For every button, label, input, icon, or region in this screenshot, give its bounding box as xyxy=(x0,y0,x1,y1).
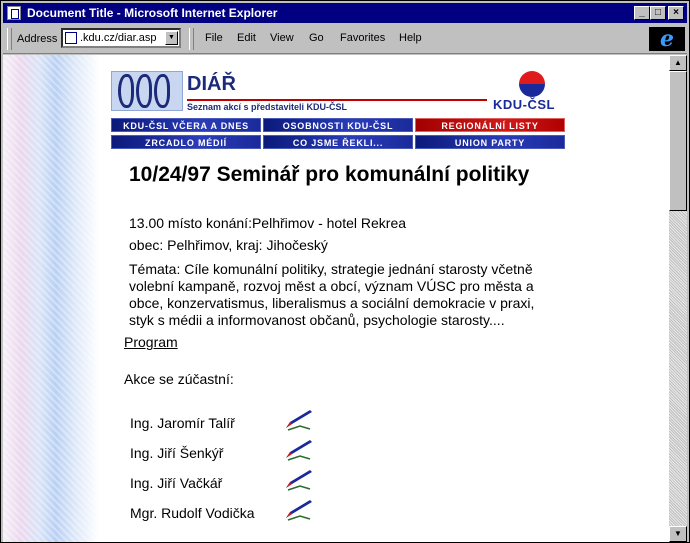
nav-zrcadlo-medii[interactable]: ZRCADLO MÉDIÍ xyxy=(111,135,261,149)
address-label: Address xyxy=(17,33,58,45)
participant-name: Mgr. Rudolf Vodička xyxy=(130,505,255,521)
address-bar[interactable]: ▼ xyxy=(61,28,181,48)
maximize-button[interactable]: □ xyxy=(650,6,666,20)
participant-name: Ing. Jiří Šenkýř xyxy=(130,445,224,461)
contact-pen-icon[interactable] xyxy=(284,408,314,432)
topics-line: obce, konzervatismus, liberalismus a soc… xyxy=(129,295,535,311)
participant-name: Ing. Jaromír Talíř xyxy=(130,415,235,431)
toolbar-grip-menu[interactable] xyxy=(189,28,194,50)
toolbar: Address ▼ File Edit View Go Favorites He… xyxy=(3,25,687,54)
close-button[interactable]: × xyxy=(668,6,684,20)
menu-edit[interactable]: Edit xyxy=(237,32,256,44)
menu-help[interactable]: Help xyxy=(399,32,422,44)
nav-osobnosti[interactable]: OSOBNOSTI KDU-ČSL xyxy=(263,118,413,132)
topics-line: Témata: Cíle komunální politiky, strateg… xyxy=(129,261,533,277)
contact-pen-icon[interactable] xyxy=(284,468,314,492)
topics-line: styk s médii a informovanost občanů, psy… xyxy=(129,312,505,328)
window-title: Document Title - Microsoft Internet Expl… xyxy=(27,6,278,20)
banner-divider xyxy=(187,99,487,101)
document-icon xyxy=(7,6,21,20)
contact-pen-icon[interactable] xyxy=(284,498,314,522)
faces-logo-icon xyxy=(111,71,183,111)
banner-title: DIÁŘ xyxy=(187,73,236,95)
participants-label: Akce se zúčastní: xyxy=(124,371,234,387)
browser-window: Document Title - Microsoft Internet Expl… xyxy=(0,0,690,543)
menu-view[interactable]: View xyxy=(270,32,294,44)
page-viewport: DIÁŘ Seznam akcí s představiteli KDU-ČSL… xyxy=(3,55,669,542)
menu-file[interactable]: File xyxy=(205,32,223,44)
menu-go[interactable]: Go xyxy=(309,32,324,44)
scroll-down-button[interactable]: ▼ xyxy=(669,526,687,542)
party-logo-icon xyxy=(519,71,545,97)
event-region: obec: Pelhřimov, kraj: Jihočeský xyxy=(129,237,328,253)
scroll-up-button[interactable]: ▲ xyxy=(669,55,687,71)
party-name: KDU-ČSL xyxy=(493,97,555,112)
address-dropdown-button[interactable]: ▼ xyxy=(165,31,178,45)
header-banner: DIÁŘ Seznam akcí s představiteli KDU-ČSL… xyxy=(111,71,565,113)
participant-name: Ing. Jiří Vačkář xyxy=(130,475,223,491)
program-link[interactable]: Program xyxy=(124,334,178,350)
minimize-button[interactable]: _ xyxy=(634,6,650,20)
event-place: 13.00 místo konání:Pelhřimov - hotel Rek… xyxy=(129,215,407,231)
page-icon xyxy=(65,32,77,44)
nav-kdu-vcera-a-dnes[interactable]: KDU-ČSL VČERA A DNES xyxy=(111,118,261,132)
toolbar-grip[interactable] xyxy=(7,28,12,50)
nav-co-jsme-rekli[interactable]: CO JSME ŘEKLI... xyxy=(263,135,413,149)
event-topics: Témata: Cíle komunální politiky, strateg… xyxy=(129,261,579,329)
title-bar: Document Title - Microsoft Internet Expl… xyxy=(3,3,687,23)
banner-subtitle: Seznam akcí s představiteli KDU-ČSL xyxy=(187,102,348,112)
menu-favorites[interactable]: Favorites xyxy=(340,32,385,44)
contact-pen-icon[interactable] xyxy=(284,438,314,462)
address-input[interactable] xyxy=(80,31,164,45)
topics-line: volební kampaně, rozvoj měst a obcí, výz… xyxy=(129,278,534,294)
scroll-thumb[interactable] xyxy=(669,71,687,211)
decorative-side-strip xyxy=(3,55,99,542)
nav-union-party[interactable]: UNION PARTY xyxy=(415,135,565,149)
ie-logo-icon: e xyxy=(649,27,685,51)
vertical-scrollbar[interactable]: ▲ ▼ xyxy=(669,55,687,542)
nav-regionalni-listy[interactable]: REGIONÁLNÍ LISTY xyxy=(415,118,565,132)
event-heading: 10/24/97 Seminář pro komunální politiky xyxy=(129,163,530,186)
